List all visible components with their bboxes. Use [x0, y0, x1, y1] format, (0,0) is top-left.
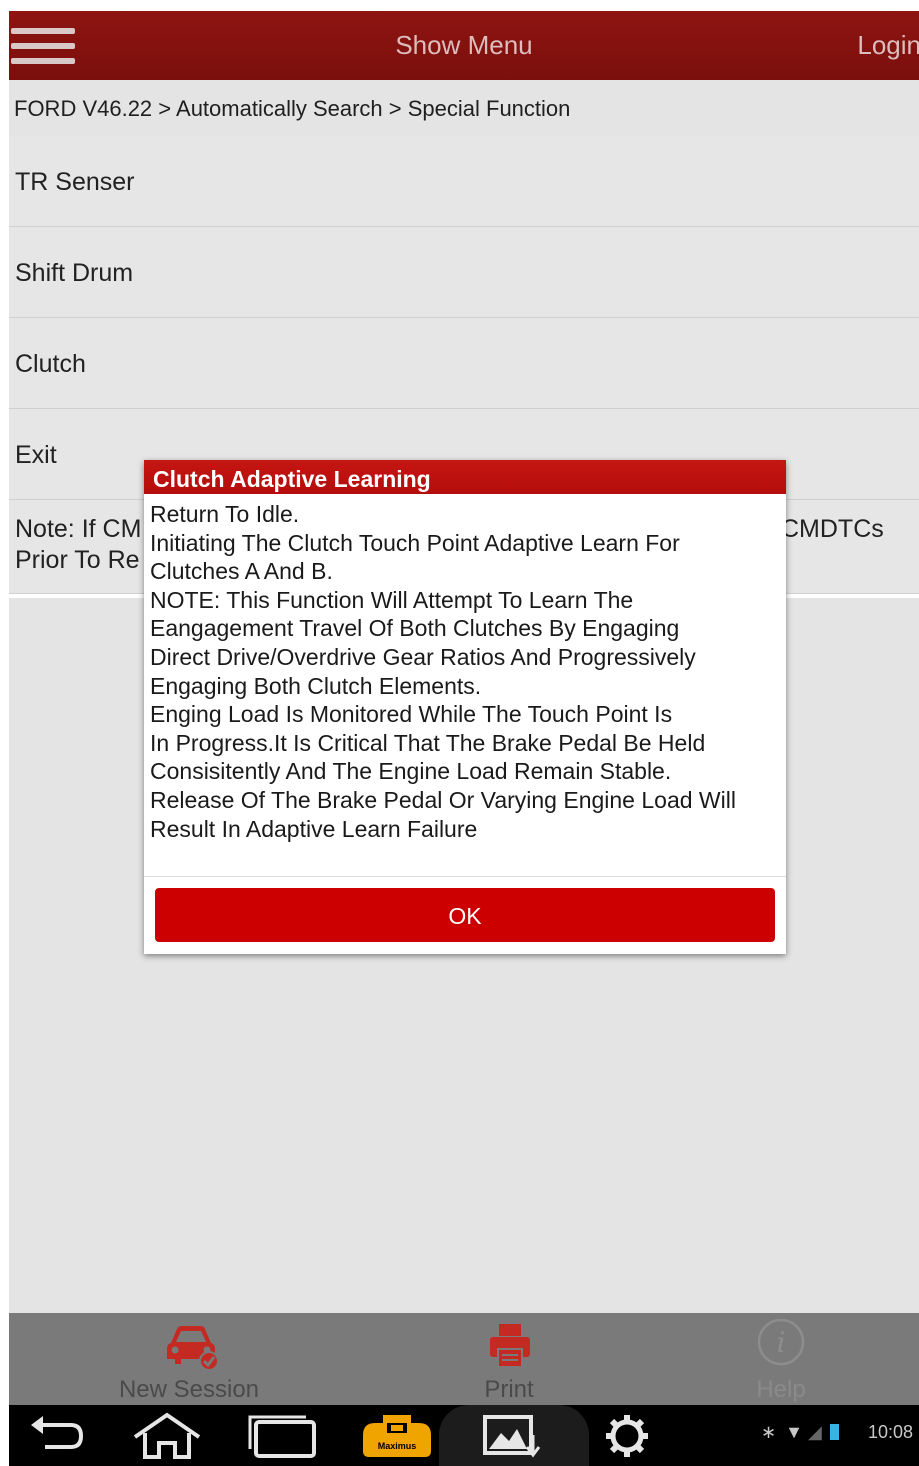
info-icon: i — [757, 1318, 805, 1366]
clutch-adaptive-dialog: Clutch Adaptive Learning Return To Idle.… — [144, 460, 786, 954]
list-item-shift-drum[interactable]: Shift Drum — [9, 227, 919, 318]
svg-text:i: i — [777, 1326, 786, 1359]
dialog-line: Clutches A And B. — [150, 558, 333, 585]
car-icon — [167, 1326, 219, 1371]
maximus-icon[interactable]: Maximus — [357, 1411, 437, 1461]
wifi-icon: ▼ — [785, 1422, 803, 1442]
app-window: Show Menu Login FORD V46.22 > Automatica… — [9, 11, 919, 1466]
bluetooth-icon: ∗ — [761, 1422, 777, 1442]
dialog-line: Direct Drive/Overdrive Gear Ratios And P… — [150, 643, 696, 670]
dialog-line: NOTE: This Function Will Attempt To Lear… — [150, 586, 634, 613]
list-item-tr-senser[interactable]: TR Senser — [9, 136, 919, 227]
back-icon[interactable] — [19, 1411, 89, 1461]
dialog-line: Release Of The Brake Pedal Or Varying En… — [150, 786, 736, 813]
help-label: Help — [756, 1376, 806, 1403]
recent-apps-icon[interactable] — [244, 1411, 324, 1461]
ok-button[interactable]: OK — [155, 888, 775, 942]
dialog-line: Return To Idle. — [150, 501, 300, 527]
maximus-logo-text: Maximus — [378, 1441, 417, 1451]
screenshot-icon[interactable] — [479, 1411, 549, 1461]
dialog-line: Enging Load Is Monitored While The Touch… — [150, 701, 673, 728]
gear-icon[interactable] — [597, 1411, 657, 1461]
printer-icon — [490, 1324, 530, 1368]
dialog-line: Eangagement Travel Of Both Clutches By E… — [150, 615, 680, 642]
dialog-title: Clutch Adaptive Learning — [144, 460, 786, 494]
dialog-divider — [144, 876, 786, 877]
print-button[interactable]: Print — [409, 1313, 609, 1405]
system-nav-bar: Maximus ∗ ▼ ◢ 10:08 — [9, 1405, 919, 1466]
login-button[interactable]: Login — [857, 11, 919, 80]
home-icon[interactable] — [127, 1411, 207, 1461]
print-label: Print — [484, 1376, 534, 1403]
list-item-clutch[interactable]: Clutch — [9, 318, 919, 409]
show-menu-button[interactable]: Show Menu — [9, 11, 919, 80]
dialog-line: In Progress.It Is Critical That The Brak… — [150, 729, 706, 756]
breadcrumb: FORD V46.22 > Automatically Search > Spe… — [9, 80, 919, 136]
dialog-line: Initiating The Clutch Touch Point Adapti… — [150, 529, 680, 556]
status-icons: ∗ ▼ ◢ — [761, 1422, 839, 1443]
note-line-1-right: CMDTCs — [781, 515, 884, 543]
new-session-button[interactable]: New Session — [89, 1313, 289, 1405]
dialog-message: Return To Idle. Initiating The Clutch To… — [144, 494, 786, 843]
hamburger-icon[interactable] — [11, 28, 75, 64]
dialog-line: Consisitently And The Engine Load Remain… — [150, 758, 672, 785]
battery-icon — [829, 1424, 839, 1440]
dialog-line: Result In Adaptive Learn Failure — [150, 815, 478, 842]
action-bar: New Session Print i Help — [9, 1313, 919, 1405]
new-session-label: New Session — [118, 1376, 260, 1403]
help-button[interactable]: i Help — [681, 1313, 881, 1405]
top-bar: Show Menu Login — [9, 11, 919, 80]
dialog-line: Engaging Both Clutch Elements. — [150, 672, 482, 699]
signal-icon: ◢ — [807, 1422, 822, 1442]
clock: 10:08 — [867, 1422, 913, 1442]
